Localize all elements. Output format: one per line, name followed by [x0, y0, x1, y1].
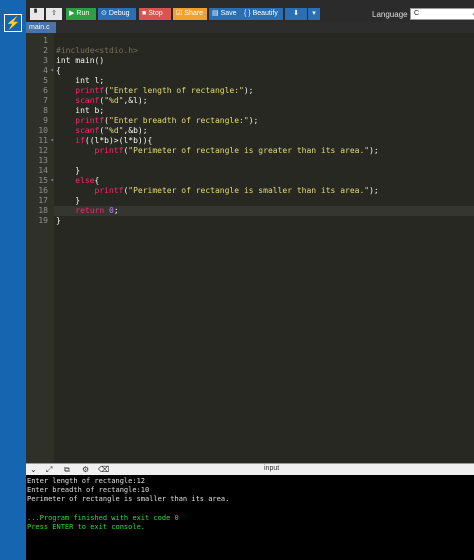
debug-button[interactable]: ⊙ Debug [98, 8, 136, 20]
language-label: Language [372, 10, 408, 19]
line-number: 10 [38, 126, 48, 135]
expand-icon[interactable]: ⤢ [46, 465, 52, 475]
line-number: 6 [43, 86, 48, 95]
lightning-icon[interactable]: ⚡ [4, 14, 22, 32]
copy-icon[interactable]: ⧉ [64, 465, 70, 475]
line-number: 8 [43, 106, 48, 115]
console-line: Enter breadth of rectangle:10 [27, 486, 150, 494]
io-title: input [264, 465, 280, 472]
line-number: 14 [38, 166, 48, 175]
save-button[interactable]: ▤ Save [209, 8, 242, 20]
console-output[interactable]: Enter length of rectangle:12 Enter bread… [26, 475, 474, 560]
line-number: 7 [43, 96, 48, 105]
fold-icon[interactable]: ▾ [50, 176, 54, 186]
upload-button[interactable]: ⇧ [46, 8, 62, 20]
line-number: 9 [43, 116, 48, 125]
line-number: 16 [38, 186, 48, 195]
code-line: printf("Enter length of rectangle:"); [75, 86, 254, 95]
line-number: 12 [38, 146, 48, 155]
file-tab-bar: main.c [26, 22, 474, 33]
share-button[interactable]: ☑ Share [173, 8, 207, 20]
line-number: 19 [38, 216, 48, 225]
upload-icon: ⇧ [51, 10, 57, 17]
code-line: int main() [56, 56, 105, 65]
code-line: { [56, 66, 61, 75]
line-number: 3 [43, 56, 48, 65]
line-number: 18 [38, 206, 48, 215]
code-line: } [56, 166, 81, 175]
code-line: } [56, 216, 61, 225]
download-button[interactable]: ⬇ [285, 8, 307, 20]
left-rail: ⚡ [0, 0, 26, 560]
new-file-icon: ▘ [34, 10, 40, 17]
stop-icon: ■ [142, 10, 147, 17]
line-number: 2 [43, 46, 48, 55]
gear-icon[interactable]: ⚙ [82, 465, 89, 474]
debug-icon: ⊙ [101, 10, 107, 17]
new-file-button[interactable]: ▘ [30, 8, 44, 20]
fold-icon[interactable]: ▾ [50, 66, 54, 76]
code-line: int l; [56, 76, 105, 85]
console-status-line: ...Program finished with exit code 0 [27, 514, 179, 522]
code-line: printf("Perimeter of rectangle is greate… [94, 146, 379, 155]
code-line: else{ [75, 176, 100, 185]
chevron-down-icon[interactable]: ⌄ [30, 465, 37, 474]
line-number: 13 [38, 156, 48, 165]
console-line: Enter length of rectangle:12 [27, 477, 146, 485]
download-dropdown-button[interactable]: ▾ [308, 8, 320, 20]
clear-icon[interactable]: ⌫ [98, 465, 109, 474]
code-line: scanf("%d",&b); [75, 126, 148, 135]
tab-main-c[interactable]: main.c [26, 22, 56, 33]
line-number: 5 [43, 76, 48, 85]
line-number: 15 ▾ [38, 176, 54, 185]
code-line: return 0; [75, 206, 119, 215]
stop-button[interactable]: ■ Stop [139, 8, 171, 20]
code-line: if((l*b)>(l*b)){ [75, 136, 153, 145]
code-line: } [56, 196, 81, 205]
console-line: Perimeter of rectangle is smaller than i… [27, 495, 230, 503]
share-icon: ☑ [176, 10, 183, 17]
run-button[interactable]: ▶ Run [66, 8, 96, 20]
console-status-line: Press ENTER to exit console. [27, 523, 146, 531]
play-icon: ▶ [69, 10, 75, 17]
line-number: 11 ▾ [38, 136, 54, 145]
toolbar: ▘ ⇧ ▶ Run ⊙ Debug ■ Stop ☑ Share ▤ Save { } B… [26, 0, 474, 23]
code-line: #include<stdio.h> [56, 46, 138, 55]
line-number: 4 ▾ [43, 66, 54, 75]
code-line: int b; [56, 106, 105, 115]
line-number: 17 [38, 196, 48, 205]
chevron-down-icon: ▾ [312, 10, 316, 17]
code-line: scanf("%d",&l); [75, 96, 148, 105]
code-line: printf("Perimeter of rectangle is smalle… [94, 186, 379, 195]
fold-icon[interactable]: ▾ [50, 136, 54, 146]
beautify-button[interactable]: { } Beautify [241, 8, 283, 20]
code-editor[interactable]: 1 2 3 4 ▾ 5 6 7 8 9 10 11 ▾ 12 13 14 15 ▾ 16 17 18 19 #includ… [26, 33, 474, 463]
language-select[interactable]: C ⌄ [410, 8, 474, 20]
line-number: 1 [43, 36, 48, 45]
code-line: printf("Enter breadth of rectangle:"); [75, 116, 259, 125]
save-icon: ▤ [212, 10, 219, 17]
download-icon: ⬇ [293, 10, 299, 17]
